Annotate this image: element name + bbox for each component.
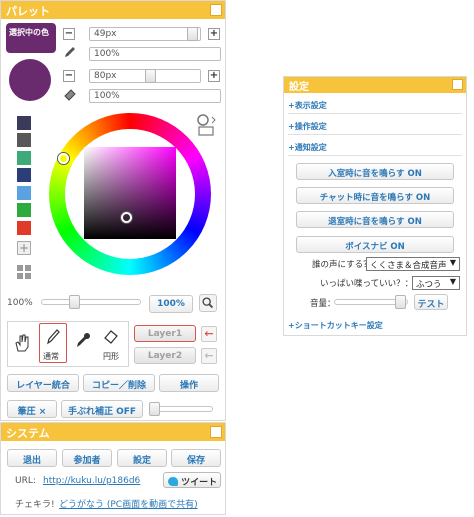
layer1-button[interactable]: Layer1 xyxy=(134,325,196,342)
tweet-button[interactable]: ツイート xyxy=(163,472,221,488)
leave-sound-button[interactable]: 退室時に音を鳴らす ON xyxy=(296,211,454,228)
notification-settings-section[interactable]: +通知設定 xyxy=(288,138,462,156)
zoom-reset-button[interactable]: 100% xyxy=(149,295,193,313)
voice-select[interactable]: くくさま＆合成音声 ▼ xyxy=(366,257,460,271)
enter-sound-button[interactable]: 入室時に音を鳴らす ON xyxy=(296,163,454,180)
settings-title: 設定 xyxy=(289,82,309,93)
sv-marker[interactable] xyxy=(121,212,132,223)
participants-button[interactable]: 参加者 xyxy=(62,449,112,467)
eraser-icon xyxy=(64,89,76,101)
voice-navi-button[interactable]: ボイスナビ ON xyxy=(296,236,454,253)
swatch-7[interactable] xyxy=(17,221,31,235)
wheel-mode-icon[interactable] xyxy=(195,113,217,137)
magnifier-icon[interactable] xyxy=(199,294,217,312)
copy-delete-button[interactable]: コピー／削除 xyxy=(83,374,155,392)
swatch-5[interactable] xyxy=(17,186,31,200)
voice-select-value: くくさま＆合成音声 xyxy=(370,261,447,271)
eraser-size-slider-thumb[interactable] xyxy=(145,69,156,83)
save-button[interactable]: 保存 xyxy=(171,449,221,467)
add-swatch-icon[interactable]: + xyxy=(17,241,31,255)
system-title: システム xyxy=(6,427,50,440)
brush-size-field[interactable]: 49px xyxy=(89,27,201,41)
twitter-bird-icon xyxy=(168,477,178,486)
tweet-label: ツイート xyxy=(181,478,218,488)
system-panel: システム 退出 参加者 設定 保存 URL: http://kuku.lu/p1… xyxy=(0,422,226,515)
zoom-value-label: 100% xyxy=(7,298,33,308)
swatch-1[interactable] xyxy=(17,116,31,130)
brush-opacity-field[interactable]: 100% xyxy=(89,47,221,61)
layer1-label: Layer1 xyxy=(147,329,183,339)
settings-titlebar: 設定 xyxy=(284,77,466,93)
stabilizer-slider-track[interactable] xyxy=(151,406,213,412)
selected-color-label: 選択中の色 xyxy=(9,28,49,37)
shortcut-settings-section[interactable]: +ショートカットキー設定 xyxy=(288,316,462,334)
talk-select-value: ふつう xyxy=(416,280,442,290)
settings-collapse-toggle[interactable] xyxy=(452,79,463,90)
brush-size-plus-button[interactable]: + xyxy=(208,28,220,40)
hand-tool-icon[interactable] xyxy=(13,333,31,353)
chat-sound-button[interactable]: チャット時に音を鳴らす ON xyxy=(296,187,454,204)
exit-button[interactable]: 退出 xyxy=(7,449,57,467)
selected-color-badge: 選択中の色 xyxy=(6,23,56,53)
layer1-arrow-icon[interactable]: ← xyxy=(201,326,217,342)
stabilizer-button[interactable]: 手ぶれ補正 OFF xyxy=(61,400,143,418)
brush-size-slider-thumb[interactable] xyxy=(187,27,198,41)
eyedropper-tool-icon[interactable] xyxy=(75,331,91,349)
chevron-down-icon: ▼ xyxy=(449,258,456,267)
operation-button[interactable]: 操作 xyxy=(159,374,219,392)
palette-title: パレット xyxy=(6,5,50,18)
eraser-size-plus-button[interactable]: + xyxy=(208,70,220,82)
stabilizer-slider-thumb[interactable] xyxy=(149,402,160,416)
swatch-2[interactable] xyxy=(17,133,31,147)
palette-collapse-toggle[interactable] xyxy=(210,4,222,16)
talk-question-label: いっぱい喋っていい？： xyxy=(320,279,414,289)
chekira-label: チェキラ! xyxy=(15,500,55,510)
swatch-6[interactable] xyxy=(17,203,31,217)
pen-tool-label: 通常 xyxy=(43,352,59,361)
brush-size-minus-button[interactable]: − xyxy=(63,28,75,40)
chevron-down-icon: ▼ xyxy=(449,277,456,286)
system-collapse-toggle[interactable] xyxy=(210,426,222,438)
swatch-3[interactable] xyxy=(17,151,31,165)
pen-icon xyxy=(65,47,75,57)
eraser-size-minus-button[interactable]: − xyxy=(63,70,75,82)
url-label: URL: xyxy=(15,476,36,486)
chekira-link[interactable]: どうがなう (PC画面を動画で共有) xyxy=(59,497,198,510)
eraser-tool-label: 円形 xyxy=(103,352,119,361)
saturation-value-square[interactable] xyxy=(84,147,176,239)
settings-panel: 設定 +表示設定 +操作設定 +通知設定 入室時に音を鳴らす ON チャット時に… xyxy=(283,76,467,336)
pen-tool-icon xyxy=(47,329,60,345)
display-settings-section[interactable]: +表示設定 xyxy=(288,96,462,114)
current-color-circle[interactable] xyxy=(9,59,51,101)
settings-button[interactable]: 設定 xyxy=(117,449,167,467)
room-url-link[interactable]: http://kuku.lu/p186d6 xyxy=(43,476,140,486)
layer2-label: Layer2 xyxy=(147,351,183,361)
volume-slider-thumb[interactable] xyxy=(395,295,406,309)
zoom-slider-track[interactable] xyxy=(41,299,141,305)
swatch-4[interactable] xyxy=(17,168,31,182)
system-titlebar: システム xyxy=(1,423,225,441)
eraser-tool-icon[interactable] xyxy=(102,327,120,345)
talk-select[interactable]: ふつう ▼ xyxy=(412,276,460,290)
volume-label: 音量： xyxy=(310,299,336,309)
hue-marker[interactable] xyxy=(58,153,69,164)
zoom-slider-thumb[interactable] xyxy=(69,295,80,309)
swatch-grid-icon[interactable] xyxy=(17,265,31,279)
volume-test-button[interactable]: テスト xyxy=(414,294,448,310)
palette-titlebar: パレット xyxy=(1,1,225,19)
operation-settings-section[interactable]: +操作設定 xyxy=(288,117,462,135)
pressure-button[interactable]: 筆圧 × xyxy=(7,400,57,418)
merge-layers-button[interactable]: レイヤー統合 xyxy=(7,374,79,392)
layer2-arrow-icon[interactable]: ← xyxy=(201,348,217,364)
palette-panel: パレット 選択中の色 − 49px + 100% − 80px + 100% + xyxy=(0,0,226,421)
layer2-button[interactable]: Layer2 xyxy=(134,347,196,364)
eraser-opacity-field[interactable]: 100% xyxy=(89,89,221,103)
